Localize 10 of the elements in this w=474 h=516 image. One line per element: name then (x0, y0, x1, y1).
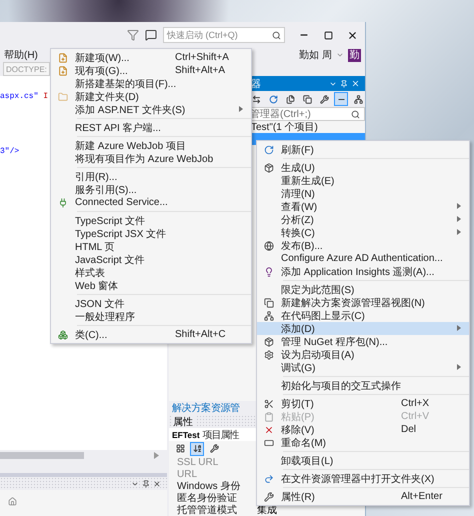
code-token: 3"/> (0, 147, 20, 156)
property-name: 匿名身份验证 (177, 492, 238, 504)
panel-title: 属性 (173, 414, 195, 428)
property-name: Windows 身份 (177, 480, 242, 493)
property-name: URL (177, 468, 198, 480)
code-token: aspx.cs" (0, 92, 38, 101)
property-name: 托管管道模式 (177, 504, 238, 516)
code-token: I (43, 92, 48, 101)
property-name: SSL URL (177, 456, 220, 468)
panel-title: 器 (251, 78, 261, 90)
